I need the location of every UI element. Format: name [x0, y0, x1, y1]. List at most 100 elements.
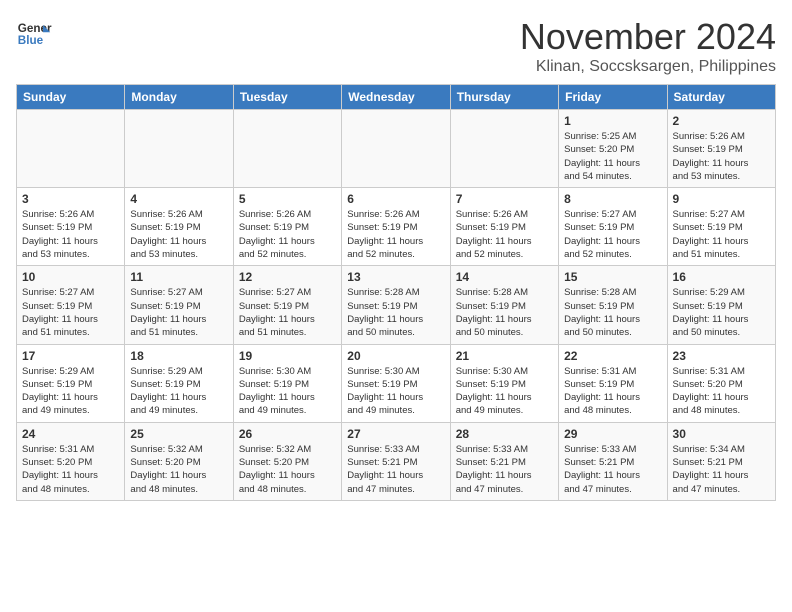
- day-number: 25: [130, 427, 227, 441]
- calendar-cell: 13 Sunrise: 5:28 AM Sunset: 5:19 PM Dayli…: [342, 266, 450, 344]
- day-number: 3: [22, 192, 119, 206]
- calendar-cell: 6Sunrise: 5:26 AM Sunset: 5:19 PM Daylig…: [342, 188, 450, 266]
- day-number: 13: [347, 270, 444, 284]
- day-info: Sunrise: 5:31 AM Sunset: 5:19 PM Dayligh…: [564, 365, 661, 418]
- calendar-cell: 24 Sunrise: 5:31 AM Sunset: 5:20 PM Dayli…: [17, 422, 125, 500]
- calendar-cell: [17, 110, 125, 188]
- weekday-header-monday: Monday: [125, 85, 233, 110]
- day-info: Sunrise: 5:27 AM Sunset: 5:19 PM Dayligh…: [239, 286, 336, 339]
- calendar-cell: 23Sunrise: 5:31 AM Sunset: 5:20 PM Dayli…: [667, 344, 775, 422]
- day-number: 8: [564, 192, 661, 206]
- day-info: Sunrise: 5:28 AM Sunset: 5:19 PM Dayligh…: [456, 286, 553, 339]
- day-info: Sunrise: 5:32 AM Sunset: 5:20 PM Dayligh…: [130, 443, 227, 496]
- day-info: Sunrise: 5:26 AM Sunset: 5:19 PM Dayligh…: [130, 208, 227, 261]
- calendar-cell: 1 Sunrise: 5:25 AM Sunset: 5:20 PM Daylig…: [559, 110, 667, 188]
- calendar-cell: 4 Sunrise: 5:26 AM Sunset: 5:19 PM Daylig…: [125, 188, 233, 266]
- day-number: 22: [564, 349, 661, 363]
- day-info: Sunrise: 5:32 AM Sunset: 5:20 PM Dayligh…: [239, 443, 336, 496]
- calendar-cell: 27Sunrise: 5:33 AM Sunset: 5:21 PM Dayli…: [342, 422, 450, 500]
- calendar-cell: [450, 110, 558, 188]
- calendar-cell: 28 Sunrise: 5:33 AM Sunset: 5:21 PM Dayli…: [450, 422, 558, 500]
- calendar-cell: 3 Sunrise: 5:26 AM Sunset: 5:19 PM Daylig…: [17, 188, 125, 266]
- calendar-table: SundayMondayTuesdayWednesdayThursdayFrid…: [16, 84, 776, 501]
- calendar-cell: 11Sunrise: 5:27 AM Sunset: 5:19 PM Dayli…: [125, 266, 233, 344]
- day-info: Sunrise: 5:26 AM Sunset: 5:19 PM Dayligh…: [456, 208, 553, 261]
- calendar-cell: 2Sunrise: 5:26 AM Sunset: 5:19 PM Daylig…: [667, 110, 775, 188]
- calendar-cell: 19 Sunrise: 5:30 AM Sunset: 5:19 PM Dayli…: [233, 344, 341, 422]
- calendar-cell: [125, 110, 233, 188]
- weekday-header-saturday: Saturday: [667, 85, 775, 110]
- weekday-header-friday: Friday: [559, 85, 667, 110]
- day-info: Sunrise: 5:27 AM Sunset: 5:19 PM Dayligh…: [22, 286, 119, 339]
- day-info: Sunrise: 5:29 AM Sunset: 5:19 PM Dayligh…: [673, 286, 770, 339]
- day-info: Sunrise: 5:29 AM Sunset: 5:19 PM Dayligh…: [130, 365, 227, 418]
- day-number: 12: [239, 270, 336, 284]
- week-row-4: 24 Sunrise: 5:31 AM Sunset: 5:20 PM Dayli…: [17, 422, 776, 500]
- day-number: 19: [239, 349, 336, 363]
- calendar-cell: 12 Sunrise: 5:27 AM Sunset: 5:19 PM Dayli…: [233, 266, 341, 344]
- calendar-cell: 18 Sunrise: 5:29 AM Sunset: 5:19 PM Dayli…: [125, 344, 233, 422]
- weekday-header-tuesday: Tuesday: [233, 85, 341, 110]
- day-number: 10: [22, 270, 119, 284]
- day-number: 21: [456, 349, 553, 363]
- calendar-cell: 9 Sunrise: 5:27 AM Sunset: 5:19 PM Daylig…: [667, 188, 775, 266]
- day-info: Sunrise: 5:33 AM Sunset: 5:21 PM Dayligh…: [456, 443, 553, 496]
- day-number: 16: [673, 270, 770, 284]
- day-info: Sunrise: 5:25 AM Sunset: 5:20 PM Dayligh…: [564, 130, 661, 183]
- day-number: 1: [564, 114, 661, 128]
- day-number: 28: [456, 427, 553, 441]
- location-title: Klinan, Soccsksargen, Philippines: [520, 58, 776, 76]
- day-info: Sunrise: 5:26 AM Sunset: 5:19 PM Dayligh…: [673, 130, 770, 183]
- day-number: 26: [239, 427, 336, 441]
- calendar-cell: 10 Sunrise: 5:27 AM Sunset: 5:19 PM Dayli…: [17, 266, 125, 344]
- day-number: 17: [22, 349, 119, 363]
- calendar-cell: 29 Sunrise: 5:33 AM Sunset: 5:21 PM Dayli…: [559, 422, 667, 500]
- calendar-cell: [342, 110, 450, 188]
- day-info: Sunrise: 5:28 AM Sunset: 5:19 PM Dayligh…: [564, 286, 661, 339]
- calendar-cell: 30 Sunrise: 5:34 AM Sunset: 5:21 PM Dayli…: [667, 422, 775, 500]
- day-number: 18: [130, 349, 227, 363]
- calendar-cell: 26 Sunrise: 5:32 AM Sunset: 5:20 PM Dayli…: [233, 422, 341, 500]
- week-row-1: 3 Sunrise: 5:26 AM Sunset: 5:19 PM Daylig…: [17, 188, 776, 266]
- day-info: Sunrise: 5:27 AM Sunset: 5:19 PM Dayligh…: [564, 208, 661, 261]
- month-title: November 2024: [520, 16, 776, 58]
- calendar-cell: 21 Sunrise: 5:30 AM Sunset: 5:19 PM Dayli…: [450, 344, 558, 422]
- day-info: Sunrise: 5:26 AM Sunset: 5:19 PM Dayligh…: [239, 208, 336, 261]
- day-info: Sunrise: 5:26 AM Sunset: 5:19 PM Dayligh…: [22, 208, 119, 261]
- calendar-cell: 5Sunrise: 5:26 AM Sunset: 5:19 PM Daylig…: [233, 188, 341, 266]
- day-number: 7: [456, 192, 553, 206]
- title-block: November 2024 Klinan, Soccsksargen, Phil…: [520, 16, 776, 76]
- calendar-cell: 17 Sunrise: 5:29 AM Sunset: 5:19 PM Dayli…: [17, 344, 125, 422]
- day-info: Sunrise: 5:34 AM Sunset: 5:21 PM Dayligh…: [673, 443, 770, 496]
- day-info: Sunrise: 5:30 AM Sunset: 5:19 PM Dayligh…: [456, 365, 553, 418]
- calendar-cell: 22 Sunrise: 5:31 AM Sunset: 5:19 PM Dayli…: [559, 344, 667, 422]
- day-info: Sunrise: 5:30 AM Sunset: 5:19 PM Dayligh…: [347, 365, 444, 418]
- logo-icon: General Blue: [16, 16, 52, 52]
- day-number: 14: [456, 270, 553, 284]
- weekday-header-row: SundayMondayTuesdayWednesdayThursdayFrid…: [17, 85, 776, 110]
- day-info: Sunrise: 5:28 AM Sunset: 5:19 PM Dayligh…: [347, 286, 444, 339]
- day-number: 4: [130, 192, 227, 206]
- day-number: 9: [673, 192, 770, 206]
- calendar-cell: 15 Sunrise: 5:28 AM Sunset: 5:19 PM Dayli…: [559, 266, 667, 344]
- calendar-cell: 14 Sunrise: 5:28 AM Sunset: 5:19 PM Dayli…: [450, 266, 558, 344]
- day-number: 23: [673, 349, 770, 363]
- day-number: 15: [564, 270, 661, 284]
- weekday-header-wednesday: Wednesday: [342, 85, 450, 110]
- day-info: Sunrise: 5:29 AM Sunset: 5:19 PM Dayligh…: [22, 365, 119, 418]
- week-row-2: 10 Sunrise: 5:27 AM Sunset: 5:19 PM Dayli…: [17, 266, 776, 344]
- day-info: Sunrise: 5:30 AM Sunset: 5:19 PM Dayligh…: [239, 365, 336, 418]
- day-number: 20: [347, 349, 444, 363]
- day-number: 29: [564, 427, 661, 441]
- day-info: Sunrise: 5:33 AM Sunset: 5:21 PM Dayligh…: [564, 443, 661, 496]
- day-info: Sunrise: 5:31 AM Sunset: 5:20 PM Dayligh…: [22, 443, 119, 496]
- page-header: General Blue November 2024 Klinan, Soccs…: [16, 16, 776, 76]
- day-number: 24: [22, 427, 119, 441]
- day-number: 27: [347, 427, 444, 441]
- calendar-cell: 8 Sunrise: 5:27 AM Sunset: 5:19 PM Daylig…: [559, 188, 667, 266]
- day-number: 30: [673, 427, 770, 441]
- day-info: Sunrise: 5:27 AM Sunset: 5:19 PM Dayligh…: [130, 286, 227, 339]
- day-number: 6: [347, 192, 444, 206]
- calendar-cell: [233, 110, 341, 188]
- day-info: Sunrise: 5:27 AM Sunset: 5:19 PM Dayligh…: [673, 208, 770, 261]
